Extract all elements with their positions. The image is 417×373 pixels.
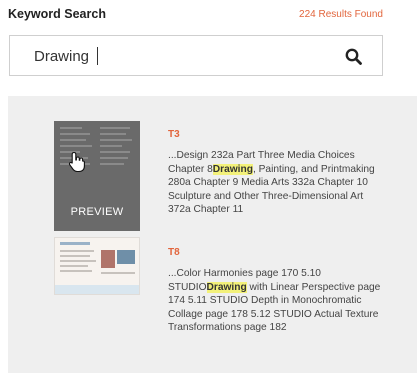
search-button[interactable] <box>344 47 364 67</box>
result-code-link[interactable]: T3 <box>168 129 388 140</box>
thumbnail-footer-band <box>55 285 139 294</box>
keyword-highlight: Drawing <box>206 281 247 293</box>
result-snippet: ...Design 232a Part Three Media Choices … <box>168 149 388 217</box>
thumbnail-line <box>60 265 88 267</box>
search-box <box>9 35 383 76</box>
result-snippet: ...Color Harmonies page 170 5.10 STUDIOD… <box>168 267 388 335</box>
keyword-highlight: Drawing <box>212 163 253 175</box>
text-caret <box>97 47 98 65</box>
keyword-search-title: Keyword Search <box>8 7 106 21</box>
thumbnail-artwork <box>101 250 115 268</box>
result-text: T3 ...Design 232a Part Three Media Choic… <box>168 129 388 217</box>
results-count: 224 Results Found <box>299 9 383 20</box>
results-list: PREVIEW T3 ...Design 232a Part Three Med… <box>8 96 417 373</box>
thumbnail-line <box>101 272 135 274</box>
search-header: Keyword Search 224 Results Found <box>8 7 383 23</box>
preview-label: PREVIEW <box>70 206 124 218</box>
result-text: T8 ...Color Harmonies page 170 5.10 STUD… <box>168 247 388 335</box>
thumbnail-line <box>60 250 94 252</box>
result-thumbnail[interactable]: PREVIEW <box>54 121 140 231</box>
thumbnail-artwork <box>117 250 135 264</box>
thumbnail-heading <box>60 242 90 245</box>
thumbnail-line <box>60 255 90 257</box>
search-icon <box>345 48 362 65</box>
thumbnail-line <box>60 260 96 262</box>
result-thumbnail[interactable] <box>54 237 140 295</box>
thumbnail-line <box>60 270 92 272</box>
hand-cursor-icon <box>68 151 86 178</box>
search-input[interactable] <box>34 45 334 67</box>
result-code-link[interactable]: T8 <box>168 247 388 258</box>
